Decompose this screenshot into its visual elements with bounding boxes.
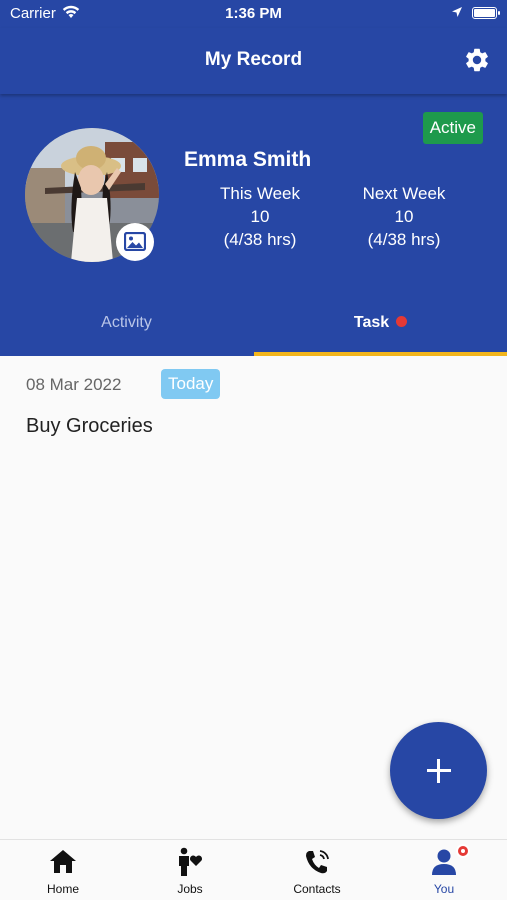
user-icon bbox=[432, 849, 456, 875]
notification-badge bbox=[456, 844, 470, 858]
nav-label-jobs: Jobs bbox=[177, 882, 203, 896]
nav-label-home: Home bbox=[46, 882, 79, 896]
change-photo-button[interactable] bbox=[116, 223, 154, 261]
app-bar: My Record bbox=[0, 28, 507, 94]
gear-icon[interactable] bbox=[463, 46, 491, 74]
nav-item-jobs[interactable]: Jobs bbox=[127, 840, 253, 900]
profile-name: Emma Smith bbox=[184, 148, 312, 171]
nav-item-home[interactable]: Home bbox=[0, 840, 126, 900]
next-week-label: Next Week bbox=[362, 184, 446, 203]
location-icon bbox=[452, 7, 462, 17]
plus-icon-vertical bbox=[437, 759, 440, 783]
page-title: My Record bbox=[204, 49, 303, 70]
nav-item-contacts[interactable]: Contacts bbox=[254, 840, 380, 900]
status-badge: Active bbox=[422, 112, 483, 144]
next-week-hours: (4/38 hrs) bbox=[367, 230, 441, 249]
tab-task[interactable]: Task bbox=[254, 302, 507, 356]
add-task-button[interactable] bbox=[390, 722, 487, 819]
tab-activity[interactable]: Activity bbox=[0, 302, 253, 356]
this-week-label: This Week bbox=[220, 184, 300, 203]
task-date: 08 Mar 2022 bbox=[26, 375, 122, 394]
tab-bar: Activity Task bbox=[0, 302, 507, 356]
nav-item-you[interactable]: You bbox=[381, 840, 507, 900]
nav-label-contacts: Contacts bbox=[293, 882, 341, 896]
tab-task-label: Task bbox=[353, 314, 390, 331]
this-week-hours: (4/38 hrs) bbox=[223, 230, 297, 249]
home-icon bbox=[50, 850, 76, 873]
status-bar: Carrier 1:36 PM bbox=[0, 0, 507, 28]
next-week-count: 10 bbox=[394, 207, 414, 226]
notification-dot bbox=[396, 316, 408, 327]
bottom-nav: Home Jobs Contacts You bbox=[0, 839, 507, 900]
today-badge: Today bbox=[161, 369, 221, 399]
status-time: 1:36 PM bbox=[225, 5, 282, 22]
nav-label-you: You bbox=[433, 882, 455, 896]
next-week-stats: Next Week 10 (4/38 hrs) bbox=[334, 182, 474, 251]
this-week-stats: This Week 10 (4/38 hrs) bbox=[190, 182, 330, 251]
phone-icon bbox=[306, 850, 329, 874]
battery-icon bbox=[472, 7, 500, 19]
tab-activity-label: Activity bbox=[101, 314, 152, 331]
jobs-icon bbox=[179, 847, 203, 876]
image-icon bbox=[124, 232, 146, 251]
profile-header: Emma Smith This Week 10 (4/38 hrs) Next … bbox=[0, 94, 507, 302]
list-item[interactable]: Buy Groceries bbox=[26, 415, 153, 438]
this-week-count: 10 bbox=[250, 207, 270, 226]
